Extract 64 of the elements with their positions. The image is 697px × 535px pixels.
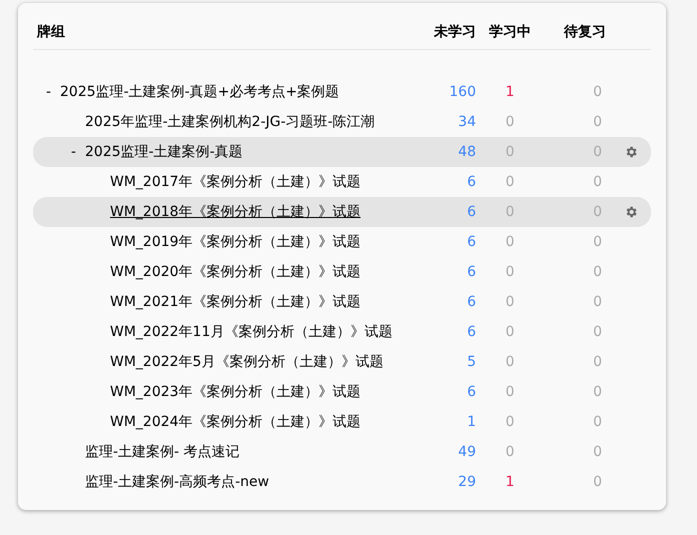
learning-count: 0 [504,234,516,250]
review-count: 0 [592,384,603,400]
learning-count: 1 [504,474,516,490]
new-count: 6 [466,264,477,280]
new-count: 48 [457,144,477,160]
deck-link[interactable]: WM_2022年11月《案例分析（土建）》试题 [110,323,392,341]
review-count: 0 [592,204,603,220]
deck-link[interactable]: WM_2020年《案例分析（土建）》试题 [110,263,361,281]
collapse-toggle[interactable]: - [46,84,60,100]
deck-link[interactable]: 2025年监理-土建案例机构2-JG-习题班-陈江潮 [85,113,375,131]
settings-icon[interactable] [624,145,638,159]
new-count: 160 [448,84,477,100]
review-count: 0 [592,294,603,310]
learning-count: 0 [504,354,516,370]
learning-count: 0 [504,204,516,220]
deck-link[interactable]: 2025监理-土建案例-真题 [85,143,243,161]
deck-link[interactable]: WM_2018年《案例分析（土建）》试题 [110,203,361,221]
deck-link[interactable]: WM_2024年《案例分析（土建）》试题 [110,413,361,431]
learning-count: 0 [504,414,516,430]
deck-link[interactable]: WM_2017年《案例分析（土建）》试题 [110,173,361,191]
learning-count: 0 [504,324,516,340]
new-count: 1 [466,414,477,430]
collapse-toggle[interactable]: - [71,144,85,160]
review-count: 0 [592,174,603,190]
learning-count: 0 [504,144,516,160]
learning-count: 0 [504,114,516,130]
learning-count: 0 [504,174,516,190]
column-header: 牌组 [36,23,66,41]
review-count: 0 [592,444,603,460]
deck-link[interactable]: 监理-土建案例- 考点速记 [85,443,240,461]
learning-count: 1 [504,84,516,100]
review-count: 0 [592,114,603,130]
deck-link[interactable]: 2025监理-土建案例-真题+必考考点+案例题 [60,83,340,101]
deck-link[interactable]: 监理-土建案例-高频考点-new [85,473,270,491]
column-header: 学习中 [488,23,532,41]
new-count: 6 [466,204,477,220]
new-count: 6 [466,294,477,310]
review-count: 0 [592,324,603,340]
new-count: 6 [466,234,477,250]
deck-link[interactable]: WM_2022年5月《案例分析（土建）》试题 [110,353,384,371]
new-count: 6 [466,174,477,190]
learning-count: 0 [504,294,516,310]
column-header: 未学习 [432,23,477,41]
deck-link[interactable]: WM_2023年《案例分析（土建）》试题 [110,383,361,401]
learning-count: 0 [504,444,516,460]
new-count: 29 [457,474,477,490]
new-count: 6 [466,384,477,400]
new-count: 6 [466,324,477,340]
review-count: 0 [592,84,603,100]
review-count: 0 [592,234,603,250]
deck-link[interactable]: WM_2019年《案例分析（土建）》试题 [110,233,361,251]
new-count: 5 [466,354,477,370]
learning-count: 0 [504,264,516,280]
review-count: 0 [592,474,603,490]
learning-count: 0 [504,384,516,400]
new-count: 34 [457,114,477,130]
review-count: 0 [592,354,603,370]
review-count: 0 [592,264,603,280]
deck-link[interactable]: WM_2021年《案例分析（土建）》试题 [110,293,361,311]
settings-icon[interactable] [624,205,638,219]
new-count: 49 [457,444,477,460]
column-header: 待复习 [562,23,607,41]
review-count: 0 [592,414,603,430]
review-count: 0 [592,144,603,160]
